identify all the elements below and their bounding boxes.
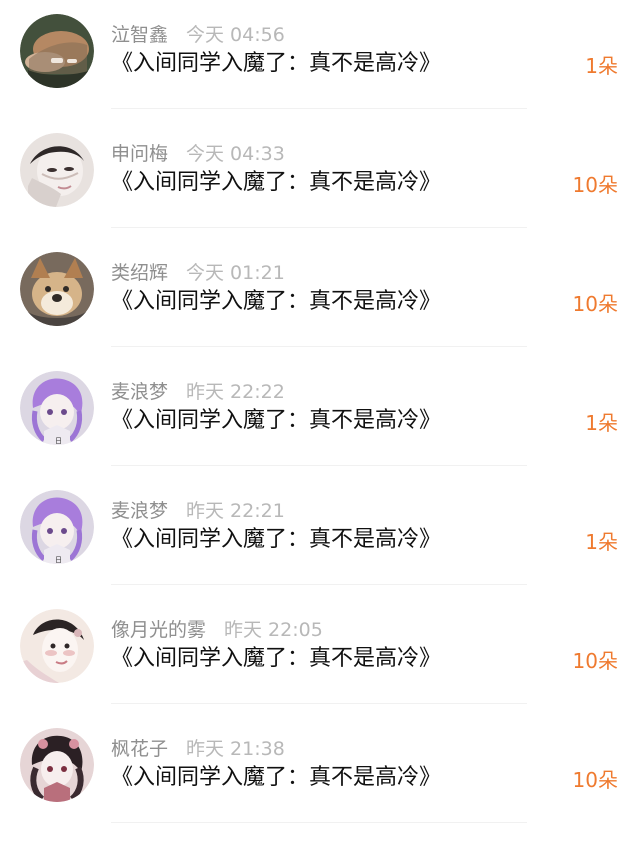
avatar[interactable]: 日 <box>20 490 94 564</box>
divider <box>111 703 527 704</box>
gift-count: 10朵 <box>572 292 618 316</box>
gift-message-list: 泣智鑫 今天 04:56 《入间同学入魔了：真不是高冷》 1朵 申问梅 今天 04:… <box>0 0 640 842</box>
timestamp: 今天 04:56 <box>186 24 285 46</box>
book-title[interactable]: 《入间同学入魔了：真不是高冷》 <box>111 49 441 79</box>
timestamp: 昨天 21:38 <box>186 738 285 760</box>
user-name[interactable]: 枫花子 <box>111 738 168 760</box>
avatar-photo-icon <box>20 14 94 88</box>
avatar-photo-icon <box>20 133 94 207</box>
timestamp: 昨天 22:22 <box>186 381 285 403</box>
divider <box>111 465 527 466</box>
gift-count: 1朵 <box>585 411 618 435</box>
book-title[interactable]: 《入间同学入魔了：真不是高冷》 <box>111 287 441 317</box>
divider <box>111 108 527 109</box>
avatar[interactable] <box>20 609 94 683</box>
divider <box>111 584 527 585</box>
divider <box>111 227 527 228</box>
message-meta: 像月光的雾 昨天 22:05 <box>111 617 323 643</box>
gift-count: 10朵 <box>572 173 618 197</box>
user-name[interactable]: 类绍辉 <box>111 262 168 284</box>
timestamp: 今天 04:33 <box>186 143 285 165</box>
avatar-anime-girl-icon <box>20 728 94 802</box>
message-meta: 类绍辉 今天 01:21 <box>111 260 285 286</box>
avatar[interactable] <box>20 14 94 88</box>
gift-count: 1朵 <box>585 54 618 78</box>
user-name[interactable]: 申问梅 <box>111 143 168 165</box>
timestamp: 昨天 22:21 <box>186 500 285 522</box>
message-meta: 麦浪梦 昨天 22:21 <box>111 498 285 524</box>
svg-text:日: 日 <box>55 556 62 564</box>
message-meta: 申问梅 今天 04:33 <box>111 141 285 167</box>
message-meta: 枫花子 昨天 21:38 <box>111 736 285 762</box>
message-row[interactable]: 申问梅 今天 04:33 《入间同学入魔了：真不是高冷》 10朵 <box>0 119 640 238</box>
avatar-dog-icon <box>20 252 94 326</box>
book-title[interactable]: 《入间同学入魔了：真不是高冷》 <box>111 168 441 198</box>
book-title[interactable]: 《入间同学入魔了：真不是高冷》 <box>111 644 441 674</box>
user-name[interactable]: 像月光的雾 <box>111 619 206 641</box>
avatar[interactable]: 日 <box>20 371 94 445</box>
svg-text:日: 日 <box>55 437 62 445</box>
divider <box>111 822 527 823</box>
book-title[interactable]: 《入间同学入魔了：真不是高冷》 <box>111 406 441 436</box>
book-title[interactable]: 《入间同学入魔了：真不是高冷》 <box>111 525 441 555</box>
message-row[interactable]: 枫花子 昨天 21:38 《入间同学入魔了：真不是高冷》 10朵 <box>0 714 640 833</box>
message-row[interactable]: 像月光的雾 昨天 22:05 《入间同学入魔了：真不是高冷》 10朵 <box>0 595 640 714</box>
avatar-anime-icon: 日 <box>20 490 94 564</box>
avatar[interactable] <box>20 252 94 326</box>
message-meta: 麦浪梦 昨天 22:22 <box>111 379 285 405</box>
timestamp: 今天 01:21 <box>186 262 285 284</box>
user-name[interactable]: 麦浪梦 <box>111 381 168 403</box>
gift-count: 10朵 <box>572 649 618 673</box>
user-name[interactable]: 麦浪梦 <box>111 500 168 522</box>
divider <box>111 346 527 347</box>
message-row[interactable]: 泣智鑫 今天 04:56 《入间同学入魔了：真不是高冷》 1朵 <box>0 0 640 119</box>
gift-count: 1朵 <box>585 530 618 554</box>
avatar[interactable] <box>20 133 94 207</box>
avatar-portrait-icon <box>20 609 94 683</box>
timestamp: 昨天 22:05 <box>224 619 323 641</box>
message-row[interactable]: 类绍辉 今天 01:21 《入间同学入魔了：真不是高冷》 10朵 <box>0 238 640 357</box>
message-meta: 泣智鑫 今天 04:56 <box>111 22 285 48</box>
gift-count: 10朵 <box>572 768 618 792</box>
avatar[interactable] <box>20 728 94 802</box>
avatar-anime-icon: 日 <box>20 371 94 445</box>
user-name[interactable]: 泣智鑫 <box>111 24 168 46</box>
book-title[interactable]: 《入间同学入魔了：真不是高冷》 <box>111 763 441 793</box>
message-row[interactable]: 日 麦浪梦 昨天 22:22 《入间同学入魔了：真不是高冷》 1朵 <box>0 357 640 476</box>
message-row[interactable]: 日 麦浪梦 昨天 22:21 《入间同学入魔了：真不是高冷》 1朵 <box>0 476 640 595</box>
